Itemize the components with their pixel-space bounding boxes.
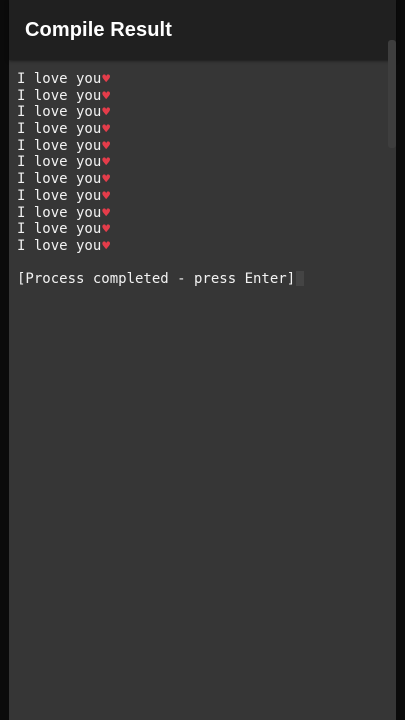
output-lines: I love you♥ I love you♥ I love you♥ I love … xyxy=(17,71,384,255)
screen: Compile Result I love you♥ I love you♥ I l… xyxy=(0,0,405,720)
heart-icon: ♥ xyxy=(102,138,111,154)
output-line-text: I love you xyxy=(17,187,102,204)
output-line: I love you♥ xyxy=(17,154,384,171)
heart-icon: ♥ xyxy=(102,238,111,254)
output-line-text: I love you xyxy=(17,71,102,87)
output-line-text: I love you xyxy=(17,104,102,121)
output-line: I love you♥ xyxy=(17,71,384,88)
heart-icon: ♥ xyxy=(102,105,111,121)
output-line-text: I love you xyxy=(17,121,102,138)
output-line-text: I love you xyxy=(17,237,102,254)
output-line-text: I love you xyxy=(17,171,102,188)
output-line: I love you♥ xyxy=(17,88,384,105)
output-line-text: I love you xyxy=(17,87,102,104)
process-status-line: [Process completed - press Enter] xyxy=(17,271,384,288)
terminal-cursor xyxy=(296,271,305,287)
heart-icon: ♥ xyxy=(102,205,111,221)
terminal-output[interactable]: I love you♥ I love you♥ I love you♥ I love … xyxy=(17,71,384,288)
output-line: I love you♥ xyxy=(17,238,384,255)
heart-icon: ♥ xyxy=(102,72,111,87)
output-line-text: I love you xyxy=(17,204,102,221)
output-line: I love you♥ xyxy=(17,171,384,188)
heart-icon: ♥ xyxy=(102,88,111,104)
output-line: I love you♥ xyxy=(17,221,384,238)
scrollbar[interactable] xyxy=(388,40,396,148)
heart-icon: ♥ xyxy=(102,222,111,238)
output-line: I love you♥ xyxy=(17,205,384,222)
output-line-text: I love you xyxy=(17,154,102,171)
process-status-text: [Process completed - press Enter] xyxy=(17,271,296,288)
heart-icon: ♥ xyxy=(102,172,111,188)
output-line: I love you♥ xyxy=(17,104,384,121)
output-line: I love you♥ xyxy=(17,188,384,205)
page-title: Compile Result xyxy=(25,18,172,41)
output-line-text: I love you xyxy=(17,137,102,154)
output-line-text: I love you xyxy=(17,221,102,238)
output-line: I love you♥ xyxy=(17,138,384,155)
heart-icon: ♥ xyxy=(102,155,111,171)
output-line: I love you♥ xyxy=(17,121,384,138)
app-bar: Compile Result xyxy=(9,0,396,60)
heart-icon: ♥ xyxy=(102,188,111,204)
compile-result-screen: Compile Result I love you♥ I love you♥ I l… xyxy=(9,0,396,720)
heart-icon: ♥ xyxy=(102,122,111,138)
